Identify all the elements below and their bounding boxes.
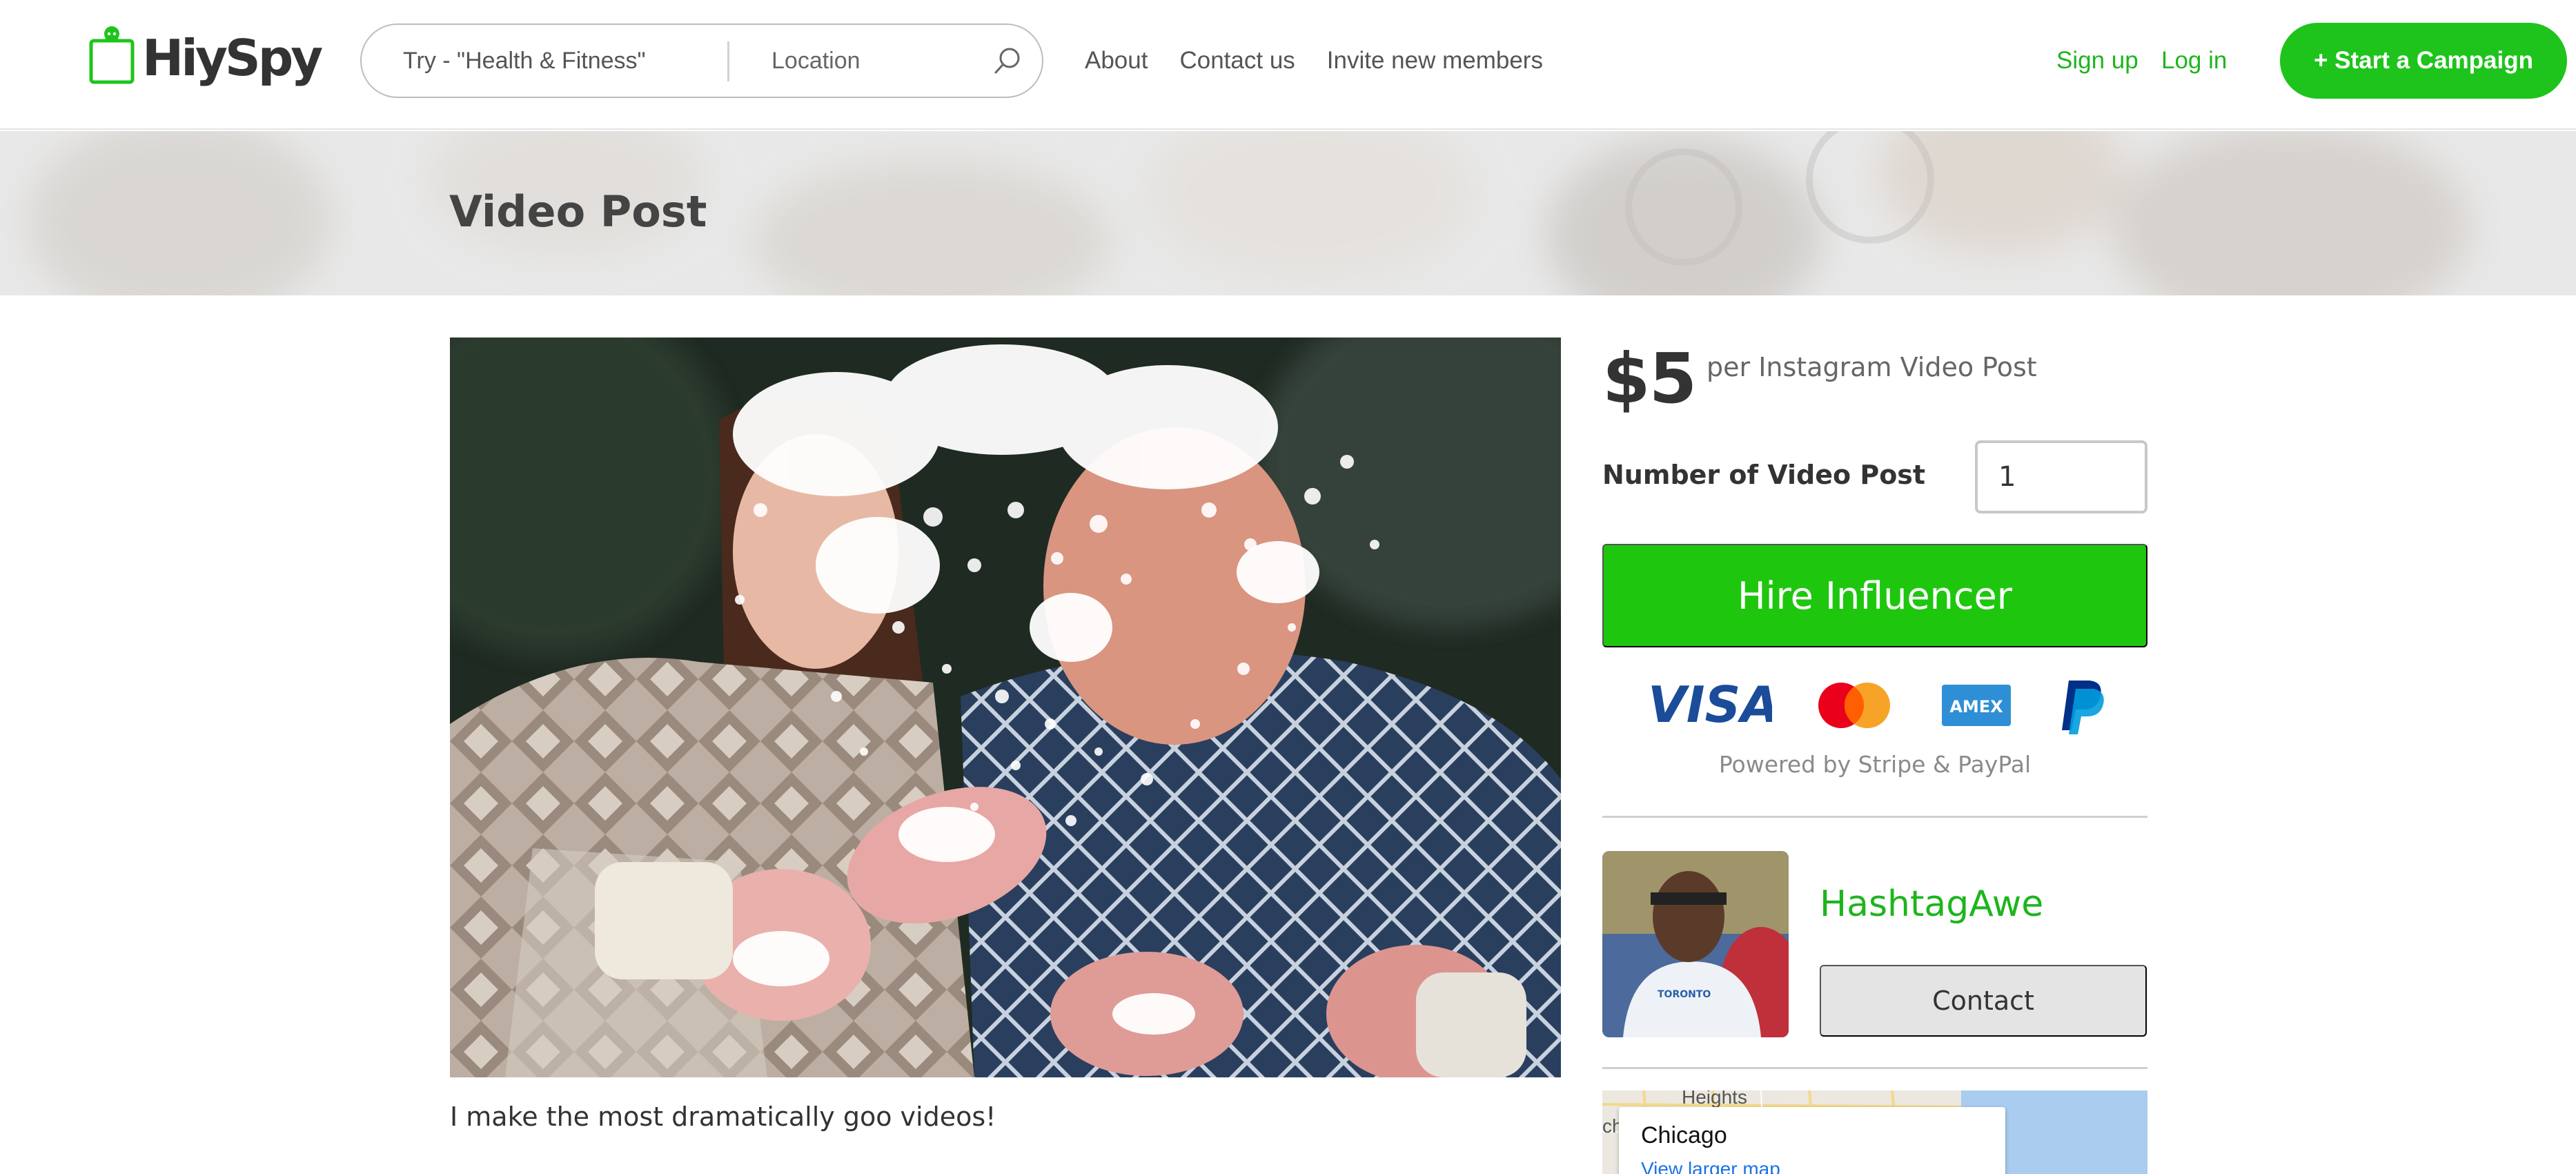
quantity-input[interactable]: [1975, 440, 2147, 513]
payment-methods: VISA AMEX: [1642, 676, 2112, 734]
brand-logo[interactable]: HiySpy: [88, 23, 323, 92]
start-campaign-button[interactable]: + Start a Campaign: [2280, 23, 2567, 99]
shopping-bag-logo-icon: [88, 26, 135, 85]
nav-invite-members[interactable]: Invite new members: [1327, 47, 1543, 75]
post-photo: [450, 337, 1561, 1077]
visa-icon: VISA: [1648, 676, 1772, 734]
price-unit: per Instagram Video Post: [1707, 352, 2037, 382]
topic-search-input[interactable]: Try - "Health & Fitness": [403, 25, 646, 97]
mastercard-icon: [1818, 683, 1890, 728]
quantity-label: Number of Video Post: [1602, 460, 1926, 490]
nav-about[interactable]: About: [1085, 47, 1148, 75]
search-bar: Try - "Health & Fitness" Location: [360, 23, 1043, 98]
signup-link[interactable]: Sign up: [2056, 0, 2139, 121]
main-nav: About Contact us Invite new members: [1085, 0, 1543, 121]
map-label-heights: Heights: [1682, 1090, 1747, 1108]
hire-influencer-button[interactable]: Hire Influencer: [1602, 544, 2147, 647]
location-search-input[interactable]: Location: [771, 25, 861, 97]
map-info-card: Chicago View larger map: [1619, 1107, 2005, 1174]
post-caption: I make the most dramatically goo videos!: [450, 1102, 996, 1132]
page-title: Video Post: [449, 186, 707, 237]
influencer-name[interactable]: HashtagAwe: [1820, 883, 2043, 925]
price-value: $5: [1602, 338, 1697, 419]
svg-text:TORONTO: TORONTO: [1658, 989, 1711, 1000]
paypal-icon: [2062, 681, 2104, 734]
svg-text:AMEX: AMEX: [1949, 697, 2003, 716]
banner-background-image: [0, 131, 2576, 295]
search-icon[interactable]: [992, 46, 1023, 76]
nav-contact-us[interactable]: Contact us: [1179, 47, 1295, 75]
sidebar-divider-2: [1602, 1067, 2147, 1069]
svg-text:VISA: VISA: [1648, 676, 1772, 734]
sidebar-divider: [1602, 816, 2147, 818]
influencer-avatar[interactable]: TORONTO: [1602, 851, 1789, 1037]
page-banner: Video Post: [0, 131, 2576, 295]
contact-button[interactable]: Contact: [1820, 965, 2147, 1037]
search-divider: [727, 41, 729, 81]
top-navbar: HiySpy Try - "Health & Fitness" Location…: [0, 0, 2576, 130]
map-city-name: Chicago: [1641, 1122, 1727, 1148]
brand-name: HiySpy: [142, 29, 323, 87]
login-link[interactable]: Log in: [2161, 0, 2227, 121]
powered-by-text: Powered by Stripe & PayPal: [1718, 751, 2032, 778]
view-larger-map-link[interactable]: View larger map: [1641, 1158, 1780, 1174]
location-map[interactable]: Heights ch Chicago View larger map: [1602, 1090, 2147, 1174]
amex-icon: AMEX: [1942, 685, 2011, 726]
